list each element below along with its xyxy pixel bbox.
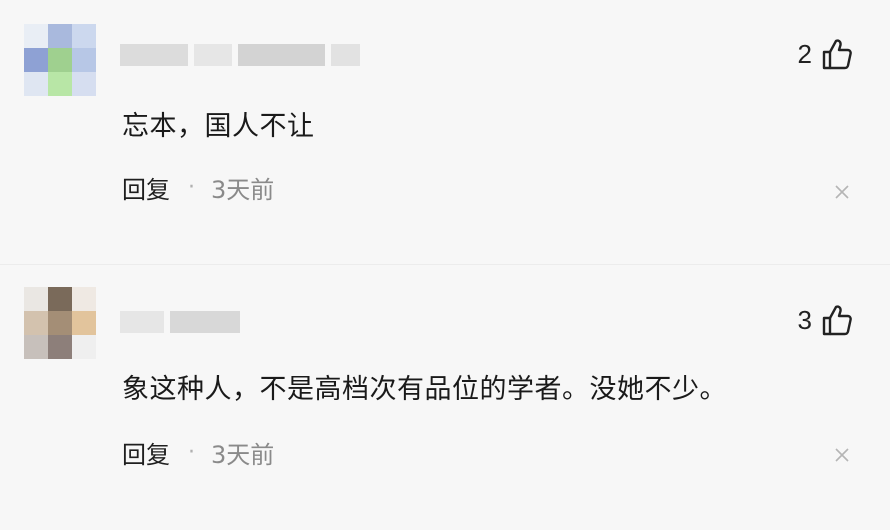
like-count: 3: [797, 304, 812, 335]
close-icon[interactable]: [834, 184, 850, 200]
username-blurred[interactable]: [120, 309, 240, 335]
like-area[interactable]: 3: [798, 304, 852, 336]
thumbs-up-icon[interactable]: [822, 304, 852, 336]
comment-item: 3 象这种人，不是高档次有品位的学者。没她不少。 回复 · 3天前: [0, 265, 890, 530]
timestamp: 3天前: [211, 176, 275, 204]
reply-button[interactable]: 回复: [122, 170, 170, 205]
comment-meta: 回复 · 3天前: [122, 170, 274, 205]
avatar[interactable]: [24, 24, 96, 96]
comment-text: 忘本，国人不让: [122, 111, 315, 142]
close-icon[interactable]: [834, 447, 850, 463]
reply-button[interactable]: 回复: [122, 435, 170, 470]
username-blurred[interactable]: [120, 42, 360, 68]
avatar[interactable]: [24, 287, 96, 359]
timestamp: 3天前: [211, 441, 275, 469]
separator-dot: ·: [188, 440, 195, 465]
comment-item: 2 忘本，国人不让 回复 · 3天前: [0, 0, 890, 265]
comment-meta: 回复 · 3天前: [122, 435, 274, 470]
like-area[interactable]: 2: [798, 38, 852, 70]
like-count: 2: [797, 38, 812, 69]
thumbs-up-icon[interactable]: [822, 38, 852, 70]
separator-dot: ·: [188, 175, 195, 200]
comment-text: 象这种人，不是高档次有品位的学者。没她不少。: [122, 374, 727, 405]
